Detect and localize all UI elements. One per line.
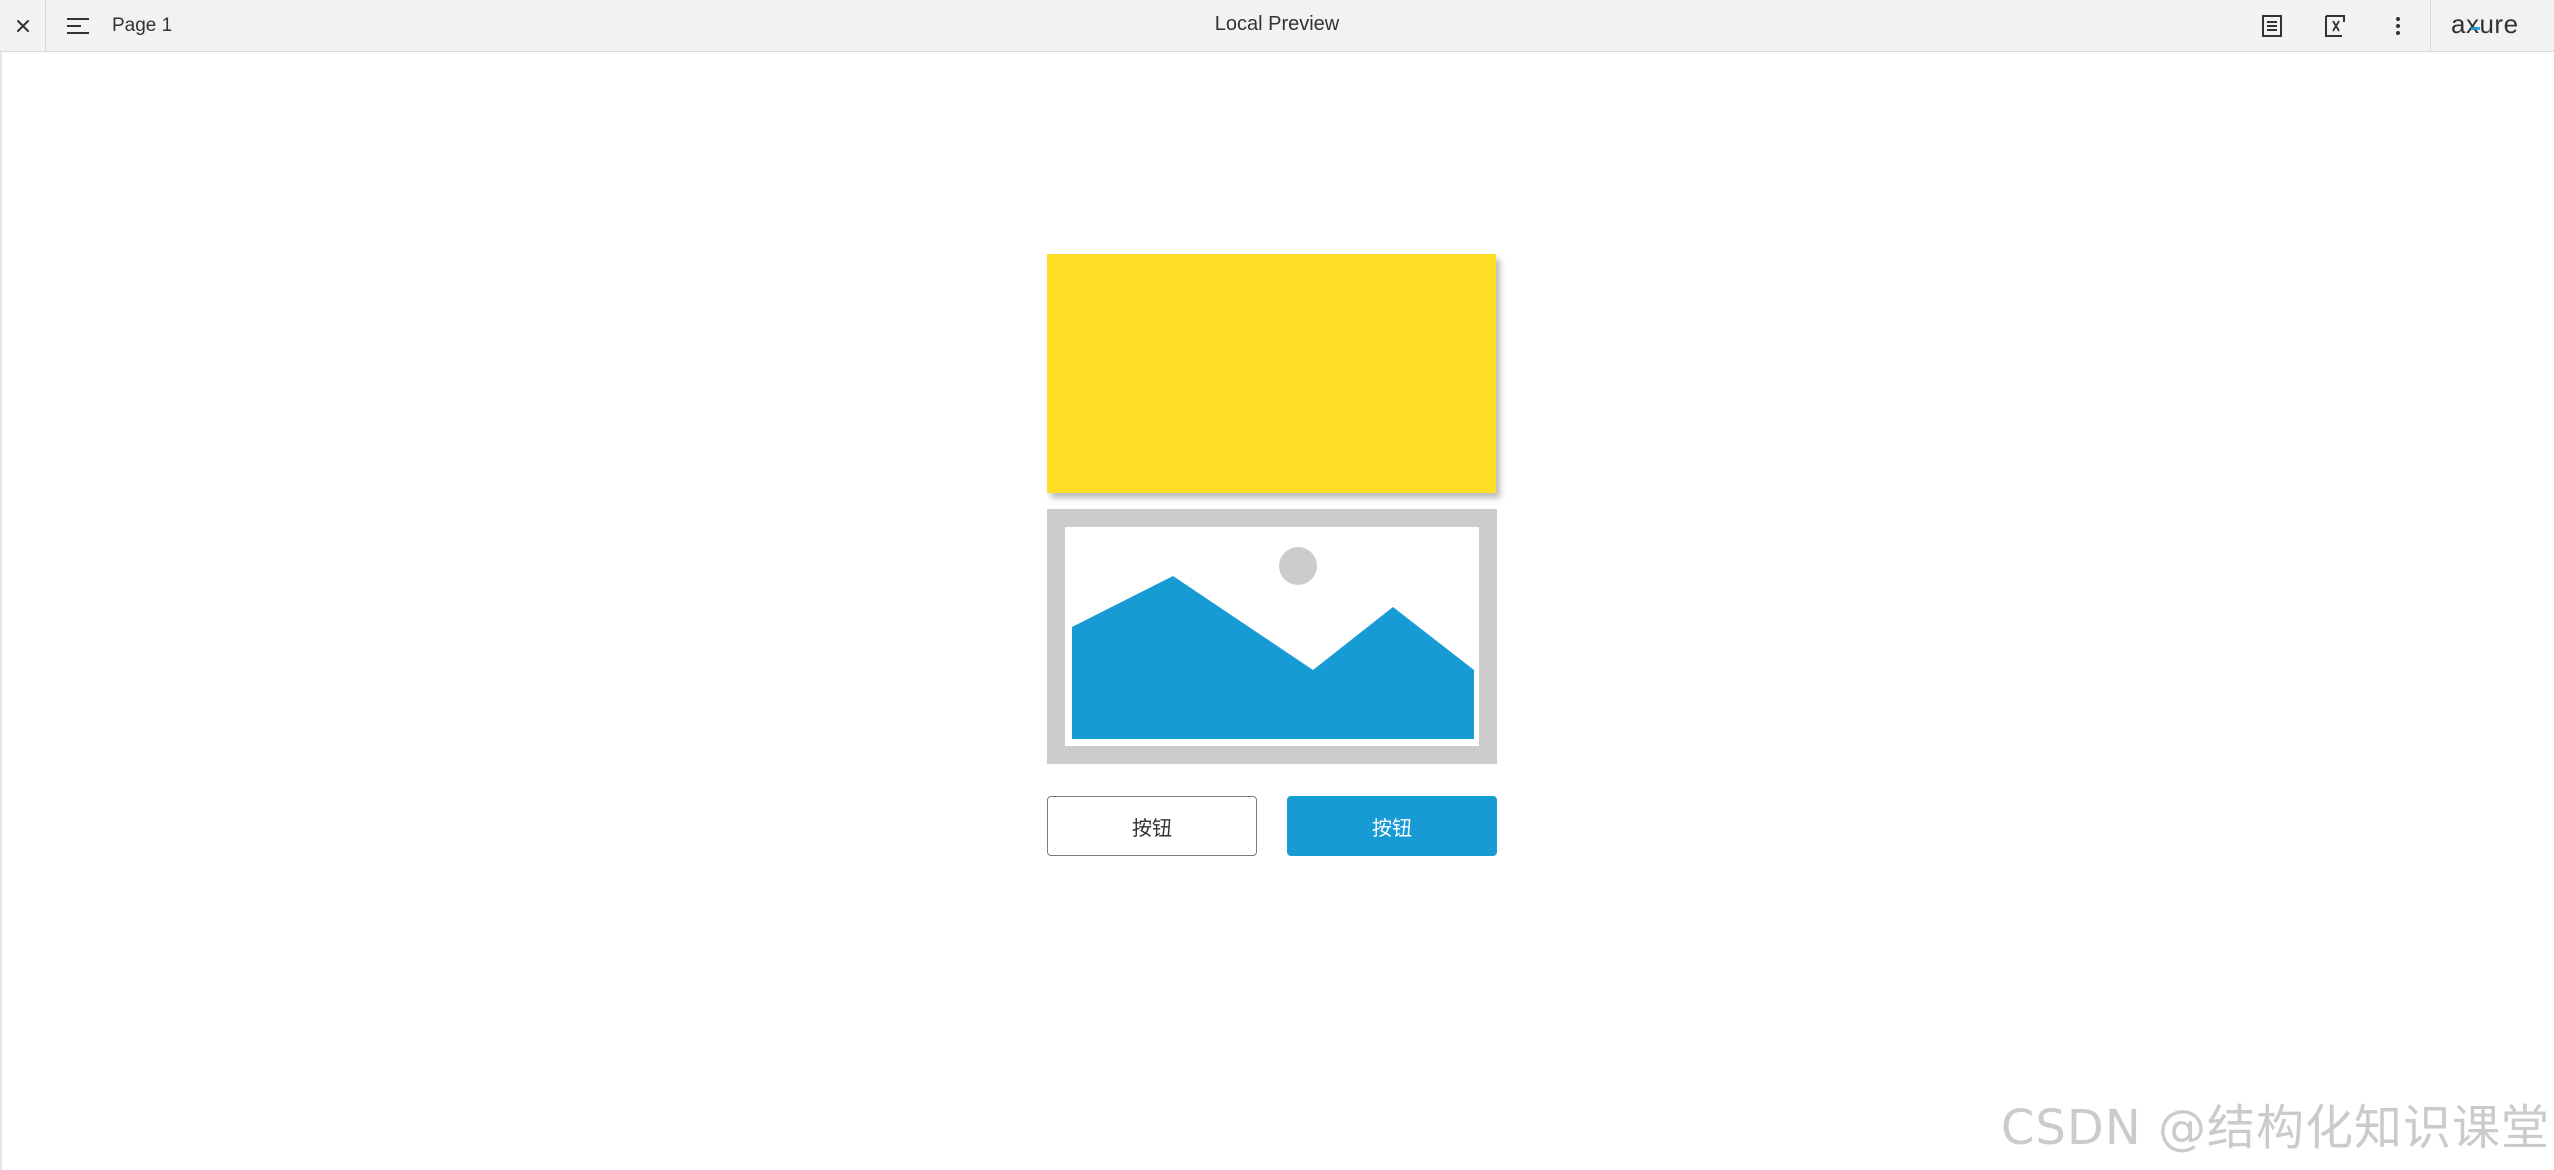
yellow-rectangle xyxy=(1047,254,1496,493)
image-placeholder xyxy=(1047,509,1497,764)
watermark-text: CSDN @结构化知识课堂 xyxy=(2000,1100,2550,1156)
mountain-shape xyxy=(1072,576,1474,739)
hamburger-menu-icon xyxy=(67,18,89,34)
sitemap-toggle-button[interactable] xyxy=(60,0,96,52)
axure-logo-icon: axure xyxy=(2451,11,2519,39)
image-placeholder-inner xyxy=(1065,527,1479,746)
notes-button[interactable] xyxy=(2252,0,2292,52)
notes-icon xyxy=(2262,15,2282,37)
page-name: Page 1 xyxy=(112,15,173,36)
variables-button[interactable] xyxy=(2315,0,2355,52)
axure-logo: axure xyxy=(2430,0,2554,52)
logo-text: axure xyxy=(2451,11,2519,39)
close-button[interactable] xyxy=(0,0,46,52)
sun-circle xyxy=(1279,547,1317,585)
image-placeholder-icon xyxy=(1072,547,1474,739)
primary-button[interactable]: 按钮 xyxy=(1287,796,1497,856)
close-icon xyxy=(16,20,29,32)
secondary-button[interactable]: 按钮 xyxy=(1047,796,1257,856)
window-title: Local Preview xyxy=(1214,13,1340,35)
variables-icon xyxy=(2325,15,2345,37)
more-options-button[interactable] xyxy=(2378,0,2418,52)
preview-toolbar: Page 1 Local Preview axure xyxy=(0,0,2554,52)
more-vertical-icon xyxy=(2396,17,2400,35)
prototype-canvas: 按钮 按钮 CSDN @结构化知识课堂 xyxy=(0,52,2554,1170)
